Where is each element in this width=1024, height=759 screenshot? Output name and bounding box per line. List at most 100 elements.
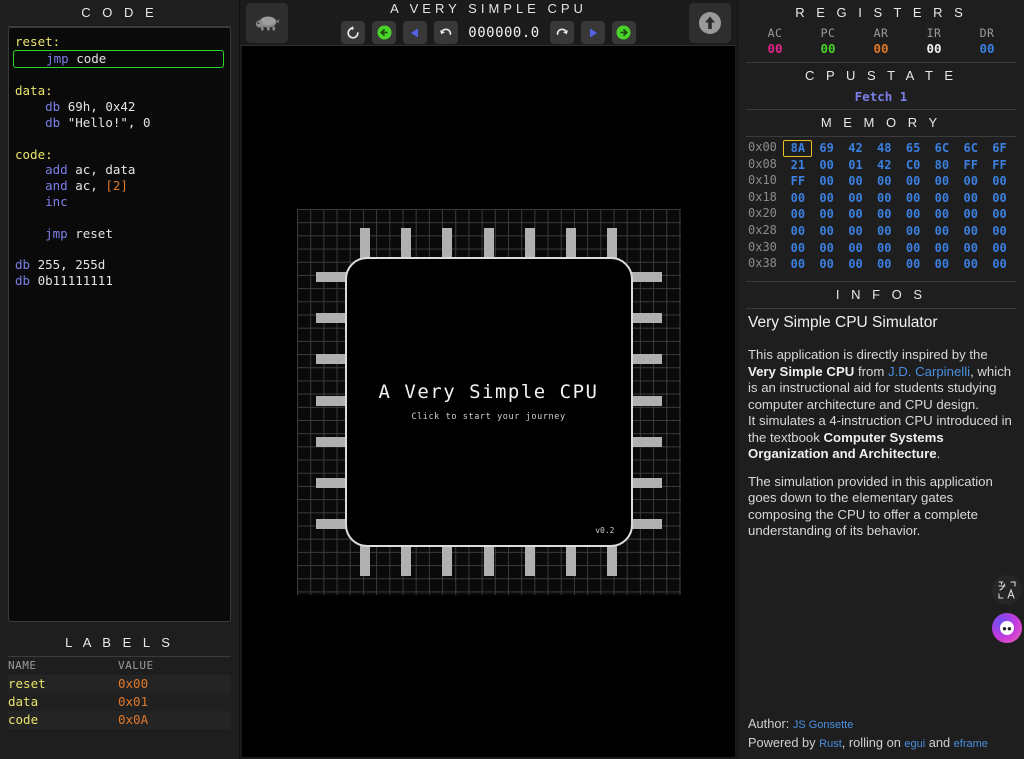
memory-cell[interactable]: 00 (899, 173, 928, 190)
code-line[interactable]: db "Hello!", 0 (15, 115, 226, 131)
rust-link[interactable]: Rust (819, 738, 842, 750)
memory-cell[interactable]: 00 (956, 206, 985, 223)
code-line[interactable]: db 69h, 0x42 (15, 99, 226, 115)
code-line[interactable] (15, 241, 226, 257)
memory-cell[interactable]: 00 (783, 190, 812, 207)
memory-cell[interactable]: 00 (956, 223, 985, 240)
memory-cell[interactable]: 00 (956, 190, 985, 207)
memory-cell[interactable]: 00 (985, 190, 1014, 207)
memory-cell[interactable]: 00 (812, 157, 841, 174)
reset-button[interactable] (341, 21, 366, 44)
memory-cell[interactable]: 65 (899, 140, 928, 157)
cpu-chip[interactable]: A Very Simple CPU Click to start your jo… (293, 205, 684, 598)
memory-cell[interactable]: 00 (870, 173, 899, 190)
upload-button[interactable] (689, 3, 731, 43)
memory-cell[interactable]: 00 (928, 240, 957, 257)
memory-cell[interactable]: 00 (870, 190, 899, 207)
memory-cell[interactable]: 00 (956, 256, 985, 273)
code-editor[interactable]: reset: jmp code data: db 69h, 0x42 db "H… (8, 27, 231, 622)
code-line[interactable]: data: (15, 83, 226, 99)
memory-cell[interactable]: 00 (928, 173, 957, 190)
memory-cell[interactable]: 00 (928, 190, 957, 207)
code-line[interactable]: db 255, 255d (15, 257, 226, 273)
memory-cell[interactable]: 00 (783, 223, 812, 240)
code-line[interactable]: jmp reset (15, 226, 226, 242)
labels-row[interactable]: reset 0x00 (8, 675, 231, 693)
memory-cell[interactable]: 42 (841, 140, 870, 157)
memory-cell[interactable]: 00 (899, 190, 928, 207)
memory-cell[interactable]: 6C (956, 140, 985, 157)
code-line[interactable]: db 0b11111111 (15, 273, 226, 289)
memory-cell[interactable]: 00 (956, 240, 985, 257)
memory-cell[interactable]: 00 (985, 256, 1014, 273)
redo-button[interactable] (549, 21, 574, 44)
egui-link[interactable]: egui (904, 738, 925, 750)
code-line[interactable] (15, 210, 226, 226)
code-line[interactable]: jmp code (13, 49, 224, 68)
memory-cell-selected[interactable]: 8A (783, 140, 813, 157)
memory-cell[interactable]: 00 (783, 240, 812, 257)
memory-cell[interactable]: 00 (899, 223, 928, 240)
memory-cell[interactable]: FF (985, 157, 1014, 174)
memory-cell[interactable]: 00 (812, 206, 841, 223)
memory-cell[interactable]: 80 (928, 157, 957, 174)
memory-cell[interactable]: 00 (812, 190, 841, 207)
memory-cell[interactable]: 42 (870, 157, 899, 174)
memory-cell[interactable]: 00 (870, 240, 899, 257)
labels-row[interactable]: data 0x01 (8, 693, 231, 711)
chip-body[interactable]: A Very Simple CPU Click to start your jo… (344, 256, 633, 547)
code-line[interactable]: code: (15, 147, 226, 163)
memory-cell[interactable]: 00 (812, 256, 841, 273)
code-line[interactable]: and ac, [2] (15, 178, 226, 194)
memory-cell[interactable]: 00 (899, 240, 928, 257)
code-line[interactable]: add ac, data (15, 162, 226, 178)
memory-cell[interactable]: 69 (812, 140, 841, 157)
memory-cell[interactable]: 00 (783, 256, 812, 273)
register-pc[interactable]: PC 00 (802, 26, 855, 56)
run-backward-button[interactable] (372, 21, 397, 44)
code-line[interactable]: reset: (15, 34, 226, 50)
memory-cell[interactable]: 00 (985, 223, 1014, 240)
register-ir[interactable]: IR 00 (908, 26, 961, 56)
memory-cell[interactable]: 00 (841, 190, 870, 207)
register-ar[interactable]: AR 00 (855, 26, 908, 56)
memory-cell[interactable]: 00 (841, 206, 870, 223)
memory-cell[interactable]: 00 (985, 240, 1014, 257)
code-line[interactable] (15, 68, 226, 84)
author-link[interactable]: JS Gonsette (793, 719, 854, 731)
memory-cell[interactable]: 00 (899, 256, 928, 273)
step-forward-button[interactable] (580, 21, 605, 44)
memory-cell[interactable]: 00 (985, 206, 1014, 223)
run-forward-button[interactable] (611, 21, 636, 44)
memory-cell[interactable]: 00 (870, 206, 899, 223)
code-line[interactable]: inc (15, 194, 226, 210)
memory-cell[interactable]: 00 (812, 240, 841, 257)
step-backward-button[interactable] (403, 21, 428, 44)
memory-cell[interactable]: 00 (870, 256, 899, 273)
memory-cell[interactable]: 00 (812, 173, 841, 190)
memory-cell[interactable]: 00 (841, 240, 870, 257)
memory-cell[interactable]: 00 (928, 256, 957, 273)
memory-cell[interactable]: FF (956, 157, 985, 174)
memory-cell[interactable]: C0 (899, 157, 928, 174)
memory-cell[interactable]: 00 (841, 173, 870, 190)
memory-cell[interactable]: 00 (928, 223, 957, 240)
eframe-link[interactable]: eframe (954, 738, 988, 750)
memory-cell[interactable]: 00 (783, 206, 812, 223)
memory-cell[interactable]: 6F (985, 140, 1014, 157)
register-ac[interactable]: AC 00 (749, 26, 802, 56)
memory-cell[interactable]: 00 (956, 173, 985, 190)
cpu-stage[interactable]: A Very Simple CPU Click to start your jo… (242, 46, 735, 757)
memory-cell[interactable]: 6C (928, 140, 957, 157)
memory-cell[interactable]: 00 (841, 256, 870, 273)
browser-extension-button[interactable]: ●● (992, 613, 1022, 643)
memory-cell[interactable]: 48 (870, 140, 899, 157)
translate-button[interactable] (992, 575, 1022, 605)
memory-cell[interactable]: 00 (812, 223, 841, 240)
memory-grid[interactable]: 0x00 8A 69 42 48 65 6C 6C 6F 0x08 21 00 01 42 C0 80 FF FF… (748, 140, 1014, 273)
carpinelli-link[interactable]: J.D. Carpinelli (888, 364, 970, 379)
memory-cell[interactable]: FF (783, 173, 812, 190)
memory-cell[interactable]: 01 (841, 157, 870, 174)
labels-row[interactable]: code 0x0A (8, 711, 231, 729)
memory-cell[interactable]: 00 (841, 223, 870, 240)
